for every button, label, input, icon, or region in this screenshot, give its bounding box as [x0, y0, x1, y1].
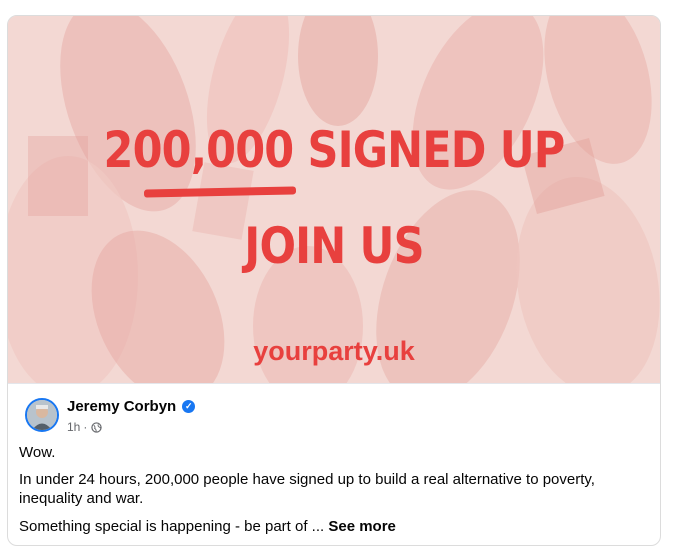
post-image[interactable]: 200,000 SIGNED UP JOIN US yourparty.uk	[8, 16, 660, 383]
post-text-truncated-content: Something special is happening - be part…	[19, 518, 325, 535]
post-text-line-1: Wow.	[19, 444, 56, 461]
post-meta: 1h ·	[67, 420, 103, 434]
image-divider	[8, 383, 660, 384]
author-name[interactable]: Jeremy Corbyn	[67, 398, 176, 415]
author-name-row: Jeremy Corbyn ✓	[67, 398, 196, 415]
author-avatar[interactable]	[25, 398, 59, 432]
see-more-button[interactable]: See more	[328, 518, 396, 535]
meta-separator: ·	[83, 420, 88, 434]
image-subheadline: JOIN US	[244, 217, 424, 275]
post-text-paragraph-2: In under 24 hours, 200,000 people have s…	[19, 471, 595, 507]
post-card: 200,000 SIGNED UP JOIN US yourparty.uk J…	[7, 15, 661, 546]
image-url-text: yourparty.uk	[253, 336, 415, 366]
image-headline: 200,000 SIGNED UP	[103, 121, 566, 179]
globe-icon[interactable]	[91, 421, 103, 433]
post-time[interactable]: 1h	[67, 420, 80, 434]
post-text-truncated: Something special is happening - be part…	[19, 517, 619, 536]
verified-badge-icon: ✓	[182, 400, 196, 413]
crowd-background	[8, 16, 660, 383]
